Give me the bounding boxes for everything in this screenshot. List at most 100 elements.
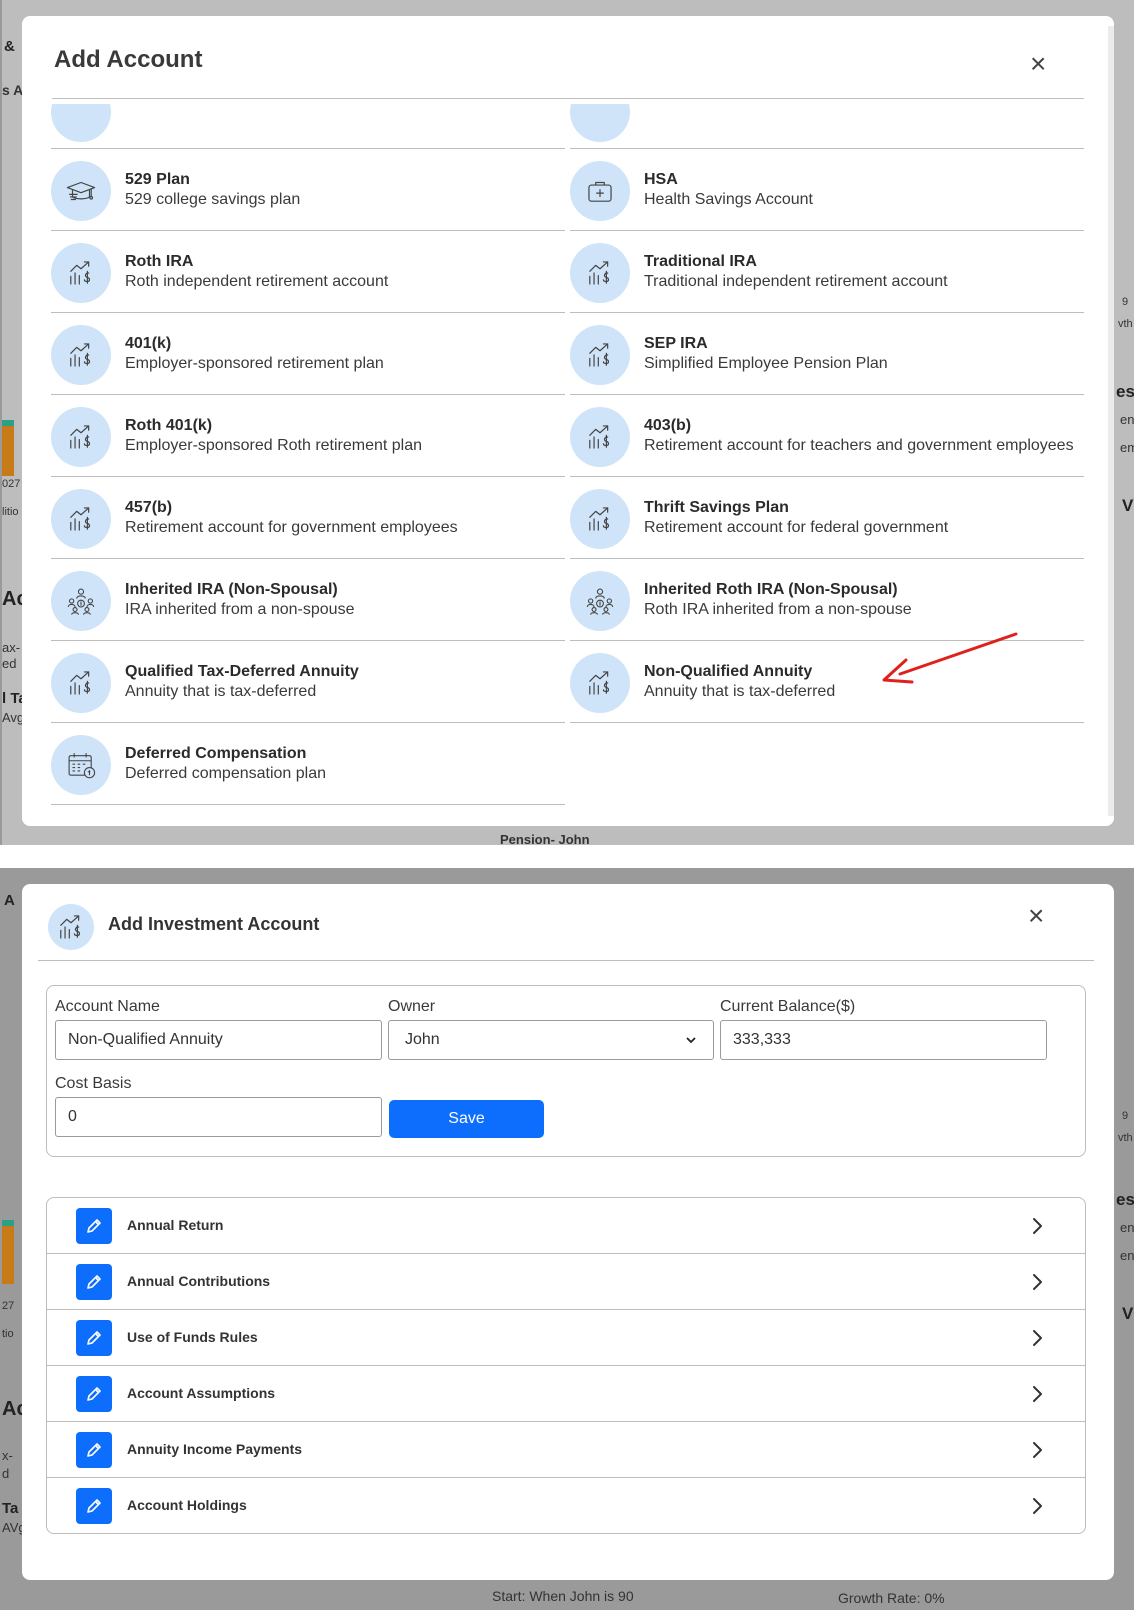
account-type-name: 457(b) [125, 498, 173, 516]
bg-fragment: x- [2, 1448, 13, 1463]
bg-fragment: d [2, 1466, 10, 1481]
section-row[interactable]: Annual Contributions [47, 1254, 1085, 1310]
account-type-text: Inherited IRA (Non-Spousal) IRA inherited… [125, 580, 555, 620]
cost-basis-input[interactable] [55, 1097, 382, 1137]
account-type-column-right: HSA Health Savings Account Traditional IRA… [570, 104, 1084, 723]
account-type-description: Roth independent retirement account [125, 272, 389, 290]
account-type-text: Qualified Tax-Deferred Annuity Annuity th… [125, 662, 555, 702]
account-type-item[interactable]: SEP IRA Simplified Employee Pension Plan [570, 313, 1084, 395]
bg-fragment: 9 [1122, 296, 1129, 308]
account-type-name: 401(k) [125, 334, 172, 352]
account-type-text: Thrift Savings Plan Retirement account fo… [644, 498, 1074, 538]
owner-selected-value: John [405, 1031, 440, 1048]
edit-pencil-icon[interactable] [76, 1320, 112, 1356]
account-type-description: Roth IRA inherited from a non-spouse [644, 600, 912, 618]
chart-dollar-icon [570, 407, 630, 467]
account-type-description: 529 college savings plan [125, 190, 301, 208]
add-account-modal: Add Account × 529 Plan 529 college saving… [22, 16, 1114, 826]
account-type-item[interactable]: Traditional IRA Traditional independent r… [570, 231, 1084, 313]
account-type-description: Deferred compensation plan [125, 764, 327, 782]
account-type-item[interactable]: Deferred Compensation Deferred compensati… [51, 723, 565, 805]
account-type-name: Non-Qualified Annuity [644, 662, 813, 680]
owner-select[interactable]: John [388, 1020, 714, 1060]
chart-dollar-icon [570, 489, 630, 549]
account-type-text: 457(b) Retirement account for government … [125, 498, 555, 538]
bg-fragment: en [1120, 1220, 1134, 1235]
owner-label: Owner [388, 998, 436, 1015]
edit-pencil-icon[interactable] [76, 1432, 112, 1468]
account-type-text: Roth 401(k) Employer-sponsored Roth retir… [125, 416, 555, 456]
account-type-item[interactable]: Roth IRA Roth independent retirement acco… [51, 231, 565, 313]
bg-chart-bar [2, 1220, 14, 1284]
account-type-item[interactable]: Qualified Tax-Deferred Annuity Annuity th… [51, 641, 565, 723]
account-type-name: Traditional IRA [644, 252, 757, 270]
account-type-item[interactable]: Thrift Savings Plan Retirement account fo… [570, 477, 1084, 559]
account-type-text: Inherited Roth IRA (Non-Spousal) Roth IRA… [644, 580, 1074, 620]
bg-fragment: litio [2, 506, 19, 518]
close-icon[interactable]: × [1028, 902, 1044, 930]
save-button[interactable]: Save [389, 1100, 544, 1138]
account-type-item[interactable]: 403(b) Retirement account for teachers an… [570, 395, 1084, 477]
chart-dollar-icon [51, 243, 111, 303]
bg-fragment: ax- [2, 640, 21, 655]
bg-fragment: Avg [2, 710, 25, 725]
section-row[interactable]: Annuity Income Payments [47, 1422, 1085, 1478]
account-type-name: SEP IRA [644, 334, 708, 352]
edit-pencil-icon[interactable] [76, 1208, 112, 1244]
current-balance-input[interactable] [720, 1020, 1047, 1060]
bg-fragment: es [1116, 382, 1134, 401]
account-type-name: 529 Plan [125, 170, 190, 188]
account-type-text: HSA Health Savings Account [644, 170, 1074, 210]
bg-fragment: s A [2, 82, 24, 98]
account-type-name: Deferred Compensation [125, 744, 307, 762]
modal-scrollbar[interactable] [1108, 26, 1114, 816]
section-label: Use of Funds Rules [127, 1329, 258, 1345]
account-type-item[interactable]: Inherited Roth IRA (Non-Spousal) Roth IRA… [570, 559, 1084, 641]
section-row[interactable]: Annual Return [47, 1198, 1085, 1254]
chart-dollar-icon [48, 904, 94, 950]
account-name-label: Account Name [55, 998, 160, 1015]
account-type-description: Retirement account for federal governmen… [644, 518, 949, 536]
scrolled-item-peek [51, 104, 565, 149]
section-row[interactable]: Use of Funds Rules [47, 1310, 1085, 1366]
edit-pencil-icon[interactable] [76, 1488, 112, 1524]
account-sections-list: Annual Return Annual Contributions Use of … [46, 1197, 1086, 1534]
account-type-name: 403(b) [644, 416, 692, 434]
section-label: Account Assumptions [127, 1385, 276, 1401]
account-name-input[interactable] [55, 1020, 382, 1060]
chevron-right-icon [1033, 1442, 1042, 1458]
account-type-item[interactable]: 457(b) Retirement account for government … [51, 477, 565, 559]
account-type-item[interactable]: Inherited IRA (Non-Spousal) IRA inherited… [51, 559, 565, 641]
account-type-description: Simplified Employee Pension Plan [644, 354, 888, 372]
account-type-description: Annuity that is tax-deferred [644, 682, 836, 700]
account-type-text: 401(k) Employer-sponsored retirement plan [125, 334, 555, 374]
section-row[interactable]: Account Assumptions [47, 1366, 1085, 1422]
calendar-dollar-icon [51, 735, 111, 795]
account-type-description: IRA inherited from a non-spouse [125, 600, 355, 618]
account-type-name: Thrift Savings Plan [644, 498, 789, 516]
section-row[interactable]: Account Holdings [47, 1478, 1085, 1533]
account-type-name: Inherited IRA (Non-Spousal) [125, 580, 338, 598]
account-type-grid: 529 Plan 529 college savings plan Roth IRA… [51, 104, 1085, 814]
bg-fragment: V [1122, 496, 1134, 515]
edit-pencil-icon[interactable] [76, 1376, 112, 1412]
account-type-item[interactable]: 401(k) Employer-sponsored retirement plan [51, 313, 565, 395]
cost-basis-label: Cost Basis [55, 1075, 132, 1092]
section-label: Account Holdings [127, 1497, 247, 1513]
account-type-item[interactable]: Roth 401(k) Employer-sponsored Roth retir… [51, 395, 565, 477]
edit-pencil-icon[interactable] [76, 1264, 112, 1300]
account-type-name: HSA [644, 170, 678, 188]
account-type-description: Employer-sponsored Roth retirement plan [125, 436, 423, 454]
chart-dollar-icon [51, 489, 111, 549]
account-type-item[interactable]: Non-Qualified Annuity Annuity that is tax… [570, 641, 1084, 723]
chevron-right-icon [1033, 1386, 1042, 1402]
chart-dollar-icon [51, 407, 111, 467]
account-type-item[interactable]: 529 Plan 529 college savings plan [51, 149, 565, 231]
bg-fragment: Pension- John [500, 832, 590, 845]
close-icon[interactable]: × [1030, 50, 1046, 78]
account-form: Account Name Owner John Current Balance(… [46, 985, 1086, 1157]
account-type-item[interactable]: HSA Health Savings Account [570, 149, 1084, 231]
chart-dollar-icon [51, 325, 111, 385]
bg-fragment: em [1120, 440, 1134, 455]
bg-fragment: en [1120, 1248, 1134, 1263]
